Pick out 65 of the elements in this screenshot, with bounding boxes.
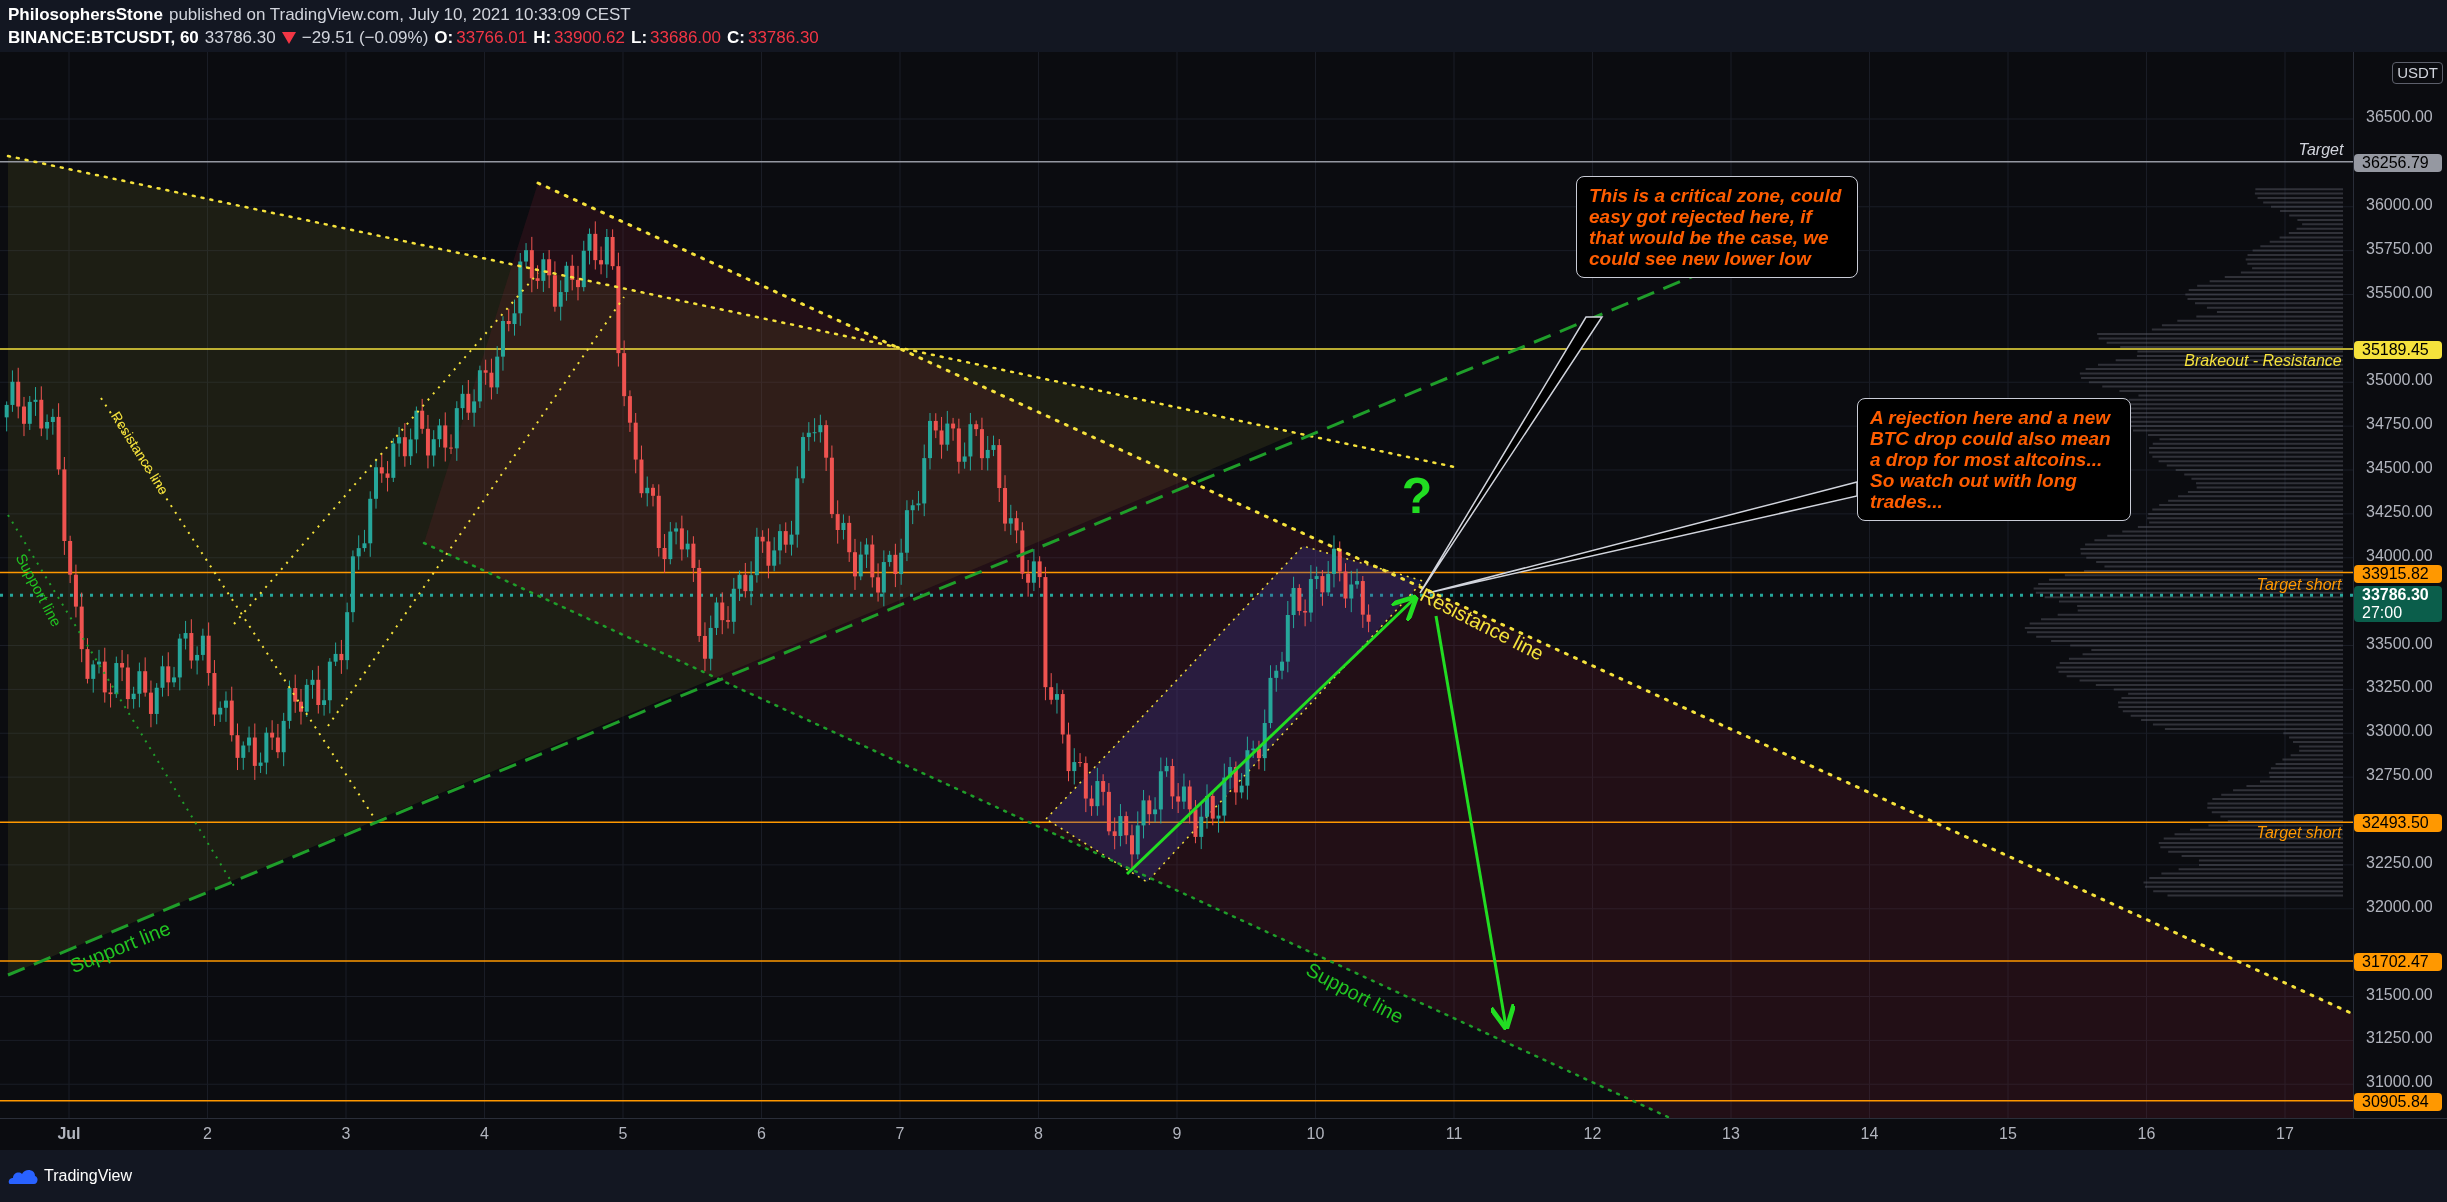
price-tick: 34750.00	[2366, 416, 2433, 433]
brand-name: TradingView	[44, 1166, 133, 1186]
level-label: Target short	[2256, 577, 2342, 593]
price-marker: 33915.82	[2354, 564, 2442, 583]
price-marker: 32493.50	[2354, 814, 2442, 833]
price-tick: 35000.00	[2366, 372, 2433, 389]
price-tick: 33000.00	[2366, 723, 2433, 740]
ohlc-value: 33686.00	[650, 27, 721, 49]
price-tick: 33500.00	[2366, 635, 2433, 652]
time-tick: 4	[480, 1124, 489, 1144]
time-tick: 16	[2137, 1124, 2156, 1144]
time-tick: Jul	[57, 1124, 81, 1144]
price-marker: 36256.79	[2354, 153, 2442, 172]
price-tick: 32750.00	[2366, 767, 2433, 784]
ohlc-value: 33900.62	[554, 27, 625, 49]
time-tick: 12	[1583, 1124, 1602, 1144]
time-tick: 14	[1860, 1124, 1879, 1144]
symbol-title: BINANCE:BTCUSDT, 60	[8, 27, 199, 49]
currency-badge: USDT	[2392, 62, 2443, 84]
time-tick: 15	[1999, 1124, 2017, 1144]
time-tick: 9	[1172, 1124, 1182, 1144]
publish-info: published on TradingView.com, July 10, 2021 10:33:09 CEST	[168, 4, 631, 26]
time-tick: 6	[757, 1124, 766, 1144]
price-tick: 34250.00	[2366, 503, 2433, 520]
question-mark: ?	[1401, 471, 1433, 521]
callout-note: A rejection here and a new BTC drop could also mean a drop for most altcoins... So watch out with long trades...	[1857, 398, 2131, 521]
time-tick: 3	[341, 1124, 351, 1144]
price-tick: 33250.00	[2366, 679, 2433, 696]
price-tick: 32000.00	[2366, 898, 2433, 915]
time-tick: 10	[1306, 1124, 1325, 1144]
price-tick: 35750.00	[2366, 240, 2433, 257]
price-tick: 36000.00	[2366, 196, 2433, 213]
price-tick: 34500.00	[2366, 460, 2433, 476]
level-label: Target	[2298, 142, 2344, 158]
price-marker: 33786.30 27:00	[2354, 586, 2442, 623]
time-tick: 2	[203, 1124, 212, 1144]
ohlc-label: L:	[631, 27, 648, 49]
price-tick: 36500.00	[2366, 109, 2433, 125]
ohlc-label: H:	[533, 27, 552, 49]
time-tick: 5	[618, 1124, 628, 1144]
price-tick: 31250.00	[2366, 1030, 2433, 1047]
callout-note: This is a critical zone, could easy got rejected here, if that would be the case, we could see new lower low	[1576, 176, 1858, 278]
price-marker: 30905.84	[2354, 1092, 2442, 1111]
ohlc-value: 33786.30	[747, 27, 819, 49]
ohlc-value: 33766.01	[456, 27, 528, 49]
time-tick: 8	[1034, 1124, 1043, 1144]
price-tick: 35500.00	[2366, 284, 2433, 301]
price-marker: 31702.47	[2354, 952, 2442, 971]
price-tick: 31000.00	[2366, 1074, 2433, 1091]
ohlc-label: C:	[726, 27, 745, 49]
price-marker: 35189.45	[2354, 341, 2442, 359]
time-tick: 11	[1445, 1124, 1463, 1144]
price-tick: 31500.00	[2366, 986, 2433, 1003]
price-tick: 34000.00	[2366, 547, 2433, 564]
price-change: −29.51 (−0.09%)	[301, 27, 429, 49]
ohlc-label: O:	[434, 27, 454, 49]
time-tick: 13	[1722, 1124, 1740, 1144]
author-name: PhilosophersStone	[8, 4, 163, 26]
cloud-logo-icon	[8, 1167, 38, 1185]
time-tick: 7	[895, 1124, 905, 1144]
time-tick: 17	[2276, 1124, 2294, 1144]
last-price: 33786.30	[204, 27, 276, 49]
price-tick: 32250.00	[2366, 854, 2433, 871]
level-label: Brakeout - Resistance	[2184, 353, 2342, 369]
level-label: Target short	[2256, 825, 2342, 841]
